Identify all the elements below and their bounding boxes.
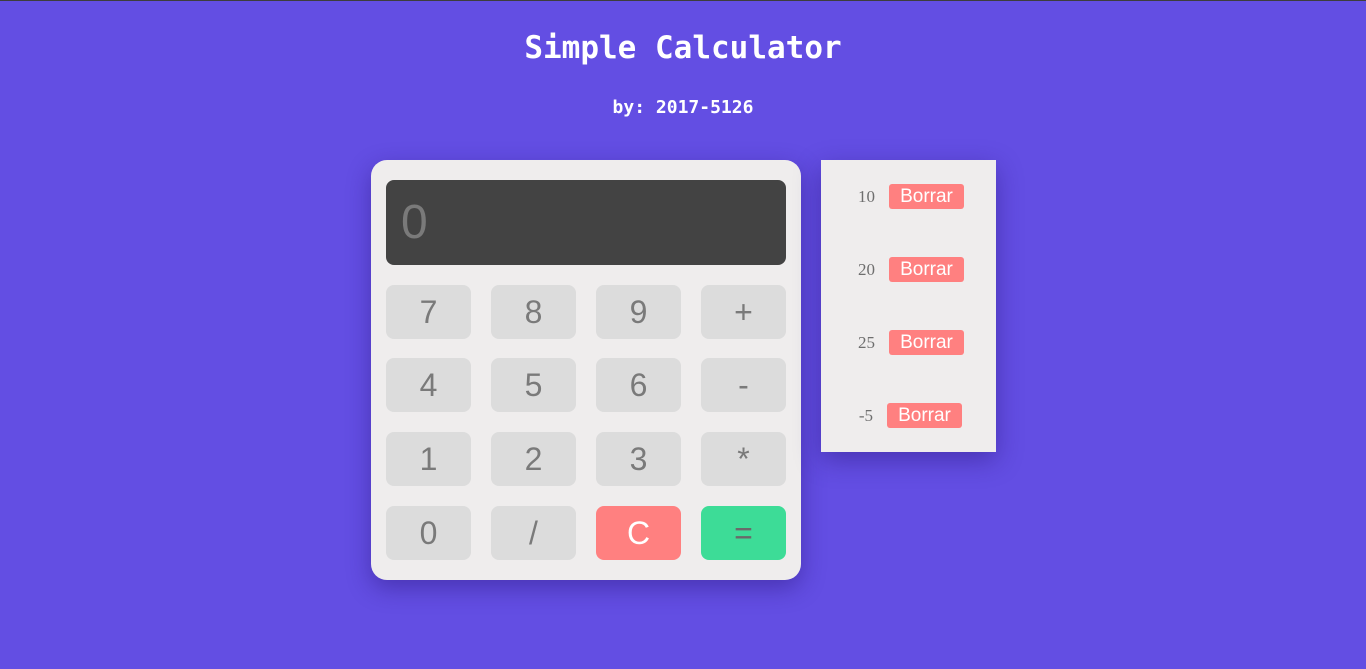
key-plus[interactable]: + [701, 285, 786, 339]
history-panel: 10 Borrar 20 Borrar 25 Borrar -5 Borrar [821, 160, 996, 452]
key-1[interactable]: 1 [386, 432, 471, 486]
top-border [0, 0, 1366, 1]
history-item: -5 Borrar [859, 403, 962, 428]
delete-button[interactable]: Borrar [889, 257, 964, 282]
clear-button[interactable]: C [596, 506, 681, 560]
page-subtitle: by: 2017-5126 [612, 97, 754, 118]
key-divide[interactable]: / [491, 506, 576, 560]
calculator-display: 0 [386, 180, 786, 265]
history-value: 25 [858, 332, 875, 352]
delete-button[interactable]: Borrar [889, 330, 964, 355]
key-3[interactable]: 3 [596, 432, 681, 486]
calculator: 0 7 8 9 + 4 5 6 - 1 2 3 * 0 / C = [371, 160, 801, 580]
key-2[interactable]: 2 [491, 432, 576, 486]
key-6[interactable]: 6 [596, 358, 681, 412]
history-value: 10 [858, 186, 875, 206]
history-item: 20 Borrar [858, 257, 964, 282]
page-title: Simple Calculator [524, 30, 842, 66]
equals-button[interactable]: = [701, 506, 786, 560]
delete-button[interactable]: Borrar [887, 403, 962, 428]
key-multiply[interactable]: * [701, 432, 786, 486]
key-4[interactable]: 4 [386, 358, 471, 412]
key-9[interactable]: 9 [596, 285, 681, 339]
key-0[interactable]: 0 [386, 506, 471, 560]
key-5[interactable]: 5 [491, 358, 576, 412]
key-7[interactable]: 7 [386, 285, 471, 339]
history-item: 10 Borrar [858, 184, 964, 209]
key-minus[interactable]: - [701, 358, 786, 412]
history-value: 20 [858, 259, 875, 279]
delete-button[interactable]: Borrar [889, 184, 964, 209]
key-8[interactable]: 8 [491, 285, 576, 339]
history-value: -5 [858, 405, 873, 425]
history-item: 25 Borrar [858, 330, 964, 355]
